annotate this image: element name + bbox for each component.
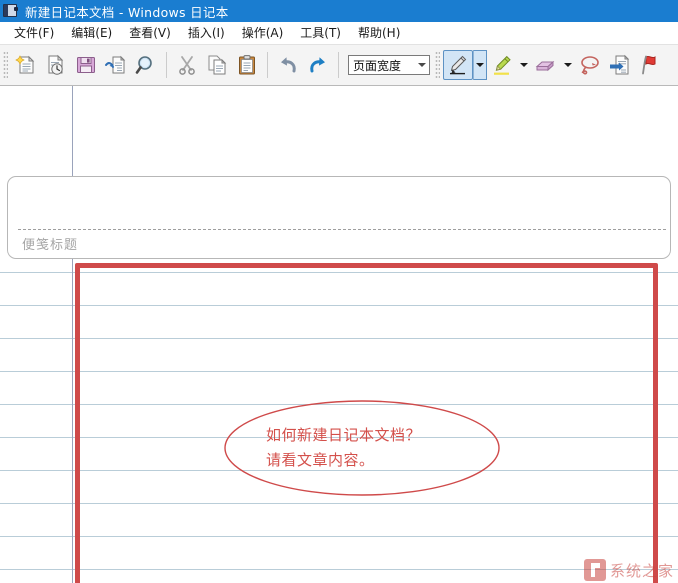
new-note-button[interactable] bbox=[11, 50, 41, 80]
highlighter-button[interactable] bbox=[487, 50, 517, 80]
menu-file[interactable]: 文件(F) bbox=[6, 22, 63, 44]
send-note-icon bbox=[104, 53, 128, 77]
lasso-select-icon bbox=[577, 53, 603, 77]
titlebar: 新建日记本文档 - Windows 日记本 bbox=[0, 0, 678, 22]
note-title-placeholder: 便笺标题 bbox=[22, 234, 78, 253]
note-title-divider bbox=[18, 229, 666, 230]
watermark-logo-icon bbox=[584, 559, 606, 581]
chevron-down-icon bbox=[418, 63, 426, 67]
document-canvas[interactable]: 便笺标题 如何新建日记本文档？ 请看文章内容。 系统之家 bbox=[0, 86, 678, 583]
save-icon bbox=[74, 53, 98, 77]
lasso-select-button[interactable] bbox=[575, 50, 605, 80]
highlighter-options-button[interactable] bbox=[517, 50, 531, 80]
note-title-box[interactable]: 便笺标题 bbox=[7, 176, 671, 259]
paper-margin-line bbox=[72, 86, 73, 583]
menu-tools[interactable]: 工具(T) bbox=[292, 22, 350, 44]
send-note-button[interactable] bbox=[101, 50, 131, 80]
menubar: 文件(F) 编辑(E) 查看(V) 插入(I) 操作(A) 工具(T) 帮助(H… bbox=[0, 22, 678, 44]
menu-edit[interactable]: 编辑(E) bbox=[63, 22, 121, 44]
search-button[interactable] bbox=[131, 50, 161, 80]
search-icon bbox=[134, 53, 158, 77]
paste-icon bbox=[235, 53, 259, 77]
toolbar-separator-3 bbox=[338, 52, 339, 78]
paste-button[interactable] bbox=[232, 50, 262, 80]
save-button[interactable] bbox=[71, 50, 101, 80]
recent-notes-button[interactable] bbox=[41, 50, 71, 80]
menu-insert[interactable]: 插入(I) bbox=[180, 22, 234, 44]
chevron-down-icon bbox=[520, 63, 528, 67]
ink-text-line-1: 如何新建日记本文档？ bbox=[266, 423, 421, 448]
window-title: 新建日记本文档 - Windows 日记本 bbox=[25, 2, 229, 21]
highlighter-icon bbox=[490, 53, 514, 77]
eraser-icon bbox=[533, 53, 559, 77]
menu-view[interactable]: 查看(V) bbox=[121, 22, 180, 44]
cut-icon bbox=[175, 53, 199, 77]
insert-space-icon bbox=[608, 53, 632, 77]
cut-button[interactable] bbox=[172, 50, 202, 80]
journal-app-icon bbox=[3, 3, 19, 19]
menu-actions[interactable]: 操作(A) bbox=[234, 22, 293, 44]
toolbar-separator-1 bbox=[166, 52, 167, 78]
redo-icon bbox=[306, 53, 330, 77]
pen-options-button[interactable] bbox=[473, 50, 487, 80]
copy-button[interactable] bbox=[202, 50, 232, 80]
flag-icon bbox=[638, 53, 662, 77]
pen-icon bbox=[446, 53, 470, 77]
eraser-options-button[interactable] bbox=[561, 50, 575, 80]
ink-text-line-2: 请看文章内容。 bbox=[266, 448, 421, 473]
redo-button[interactable] bbox=[303, 50, 333, 80]
pen-button[interactable] bbox=[443, 50, 473, 80]
eraser-button[interactable] bbox=[531, 50, 561, 80]
chevron-down-icon bbox=[476, 63, 484, 67]
watermark-text: 系统之家 bbox=[610, 560, 674, 581]
zoom-level-select[interactable]: 页面宽度 bbox=[348, 55, 430, 75]
watermark: 系统之家 bbox=[584, 559, 674, 581]
toolbar-grip-2[interactable] bbox=[435, 51, 440, 79]
chevron-down-icon bbox=[564, 63, 572, 67]
flag-button[interactable] bbox=[635, 50, 665, 80]
insert-space-button[interactable] bbox=[605, 50, 635, 80]
toolbar-separator-2 bbox=[267, 52, 268, 78]
zoom-level-value: 页面宽度 bbox=[353, 57, 401, 74]
undo-button[interactable] bbox=[273, 50, 303, 80]
ink-text-annotation: 如何新建日记本文档？ 请看文章内容。 bbox=[266, 423, 421, 473]
undo-icon bbox=[276, 53, 300, 77]
copy-icon bbox=[205, 53, 229, 77]
new-note-icon bbox=[14, 53, 38, 77]
toolbar-grip[interactable] bbox=[3, 51, 8, 79]
toolbar: 页面宽度 bbox=[0, 44, 678, 86]
menu-help[interactable]: 帮助(H) bbox=[350, 22, 409, 44]
recent-notes-icon bbox=[44, 53, 68, 77]
